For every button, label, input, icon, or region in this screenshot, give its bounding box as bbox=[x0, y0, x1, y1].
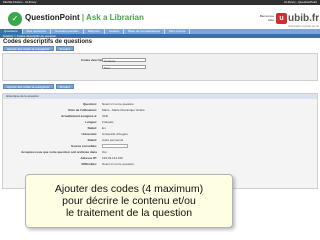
record-row: Question: Notez ici vo tre question bbox=[3, 102, 317, 107]
page-title: Codes descriptifs de questions bbox=[3, 39, 93, 45]
code-input-2[interactable]: Tout bbox=[102, 65, 146, 70]
record-row: Statut: En bbox=[3, 126, 317, 131]
app-subtitle: | Ask a Librarian bbox=[79, 13, 144, 22]
record-value: Notez ici vo tre question bbox=[102, 162, 135, 166]
codes-panel: Codes descriptifs Contenu Tout bbox=[2, 53, 318, 81]
record-row: Source consultée: bbox=[3, 144, 317, 149]
ubib-logo-icon: u bbox=[276, 13, 287, 24]
code-input-1[interactable]: Contenu bbox=[102, 58, 146, 63]
record-row: Difficultés: Notez ici vo tre question bbox=[3, 162, 317, 167]
record-key: Source consultée: bbox=[70, 144, 97, 148]
bottom-button-bar: Ajouter des codes et enregistrer Annuler bbox=[3, 84, 74, 89]
record-value: Français bbox=[102, 120, 114, 124]
record-value: Marie - Marie Dominique Vicaire bbox=[102, 108, 145, 112]
record-value: Notez ici vo tre question bbox=[102, 102, 135, 106]
help-link[interactable]: Aide bbox=[248, 18, 274, 22]
callout-line-2: pour décrire le contenu et/ou bbox=[62, 195, 196, 207]
record-row: Langue: Français bbox=[3, 120, 317, 125]
record-row: Actuellement assignée à: Ubib bbox=[3, 114, 317, 119]
annotation-callout: Ajouter des codes (4 maximum) pour décri… bbox=[25, 174, 233, 228]
callout-line-1: Ajouter des codes (4 maximum) bbox=[54, 183, 204, 195]
record-key: Adresse IP: bbox=[80, 156, 97, 160]
record-value: Oui bbox=[102, 150, 107, 154]
ubib-logo-text: ubib.fr bbox=[288, 13, 320, 24]
record-value: Autre personnel bbox=[102, 138, 124, 142]
record-key: Langue: bbox=[85, 120, 97, 124]
record-key: Actuellement assignée à: bbox=[60, 114, 97, 118]
record-value: 193.49.144.152 bbox=[102, 156, 123, 160]
callout-line-3: le traitement de la question bbox=[65, 207, 193, 219]
add-codes-save-button[interactable]: Ajouter des codes et enregistrer bbox=[3, 46, 54, 51]
breadcrumb: Gestion > Codes descriptifs de question bbox=[0, 34, 320, 38]
record-value: Ubib bbox=[102, 114, 109, 118]
app-title: QuestionPoint bbox=[25, 13, 80, 22]
record-key: Statut: bbox=[87, 126, 98, 130]
record-key: Acceptez-vous que votre question soit ar… bbox=[21, 150, 97, 154]
record-header: Historique de la question bbox=[3, 94, 317, 99]
record-row: Statut: Autre personnel bbox=[3, 138, 317, 143]
app-header: ✓ QuestionPoint | Ask a Librarian Bienve… bbox=[0, 5, 320, 29]
record-row: Acceptez-vous que votre question soit ar… bbox=[3, 150, 317, 155]
record-key: Difficultés: bbox=[81, 162, 97, 166]
user-box: Bienvenue Aide bbox=[248, 14, 274, 22]
cancel-button[interactable]: Annuler bbox=[55, 46, 74, 51]
add-codes-save-button-2[interactable]: Ajouter des codes et enregistrer bbox=[3, 84, 54, 89]
record-row: Adresse IP: 193.49.144.152 bbox=[3, 156, 317, 161]
cancel-button-2[interactable]: Annuler bbox=[55, 84, 74, 89]
questionpoint-logo-icon: ✓ bbox=[8, 12, 22, 26]
record-value: Université d'Angers bbox=[102, 132, 128, 136]
top-button-bar: Ajouter des codes et enregistrer Annuler bbox=[3, 46, 74, 51]
record-key: Statut: bbox=[87, 138, 98, 142]
record-row: Université: Université d'Angers bbox=[3, 132, 317, 137]
record-value: En bbox=[102, 126, 106, 130]
record-key: Question: bbox=[83, 102, 97, 106]
source-field[interactable] bbox=[102, 144, 128, 148]
record-key: Université: bbox=[81, 132, 97, 136]
app-name: QuestionPoint | Ask a Librarian bbox=[25, 13, 144, 22]
ubib-tagline: l'information à portée de clic bbox=[288, 25, 320, 28]
record-row: Nom de l'utilisateur: Marie - Marie Domi… bbox=[3, 108, 317, 113]
record-key: Nom de l'utilisateur: bbox=[68, 108, 97, 112]
